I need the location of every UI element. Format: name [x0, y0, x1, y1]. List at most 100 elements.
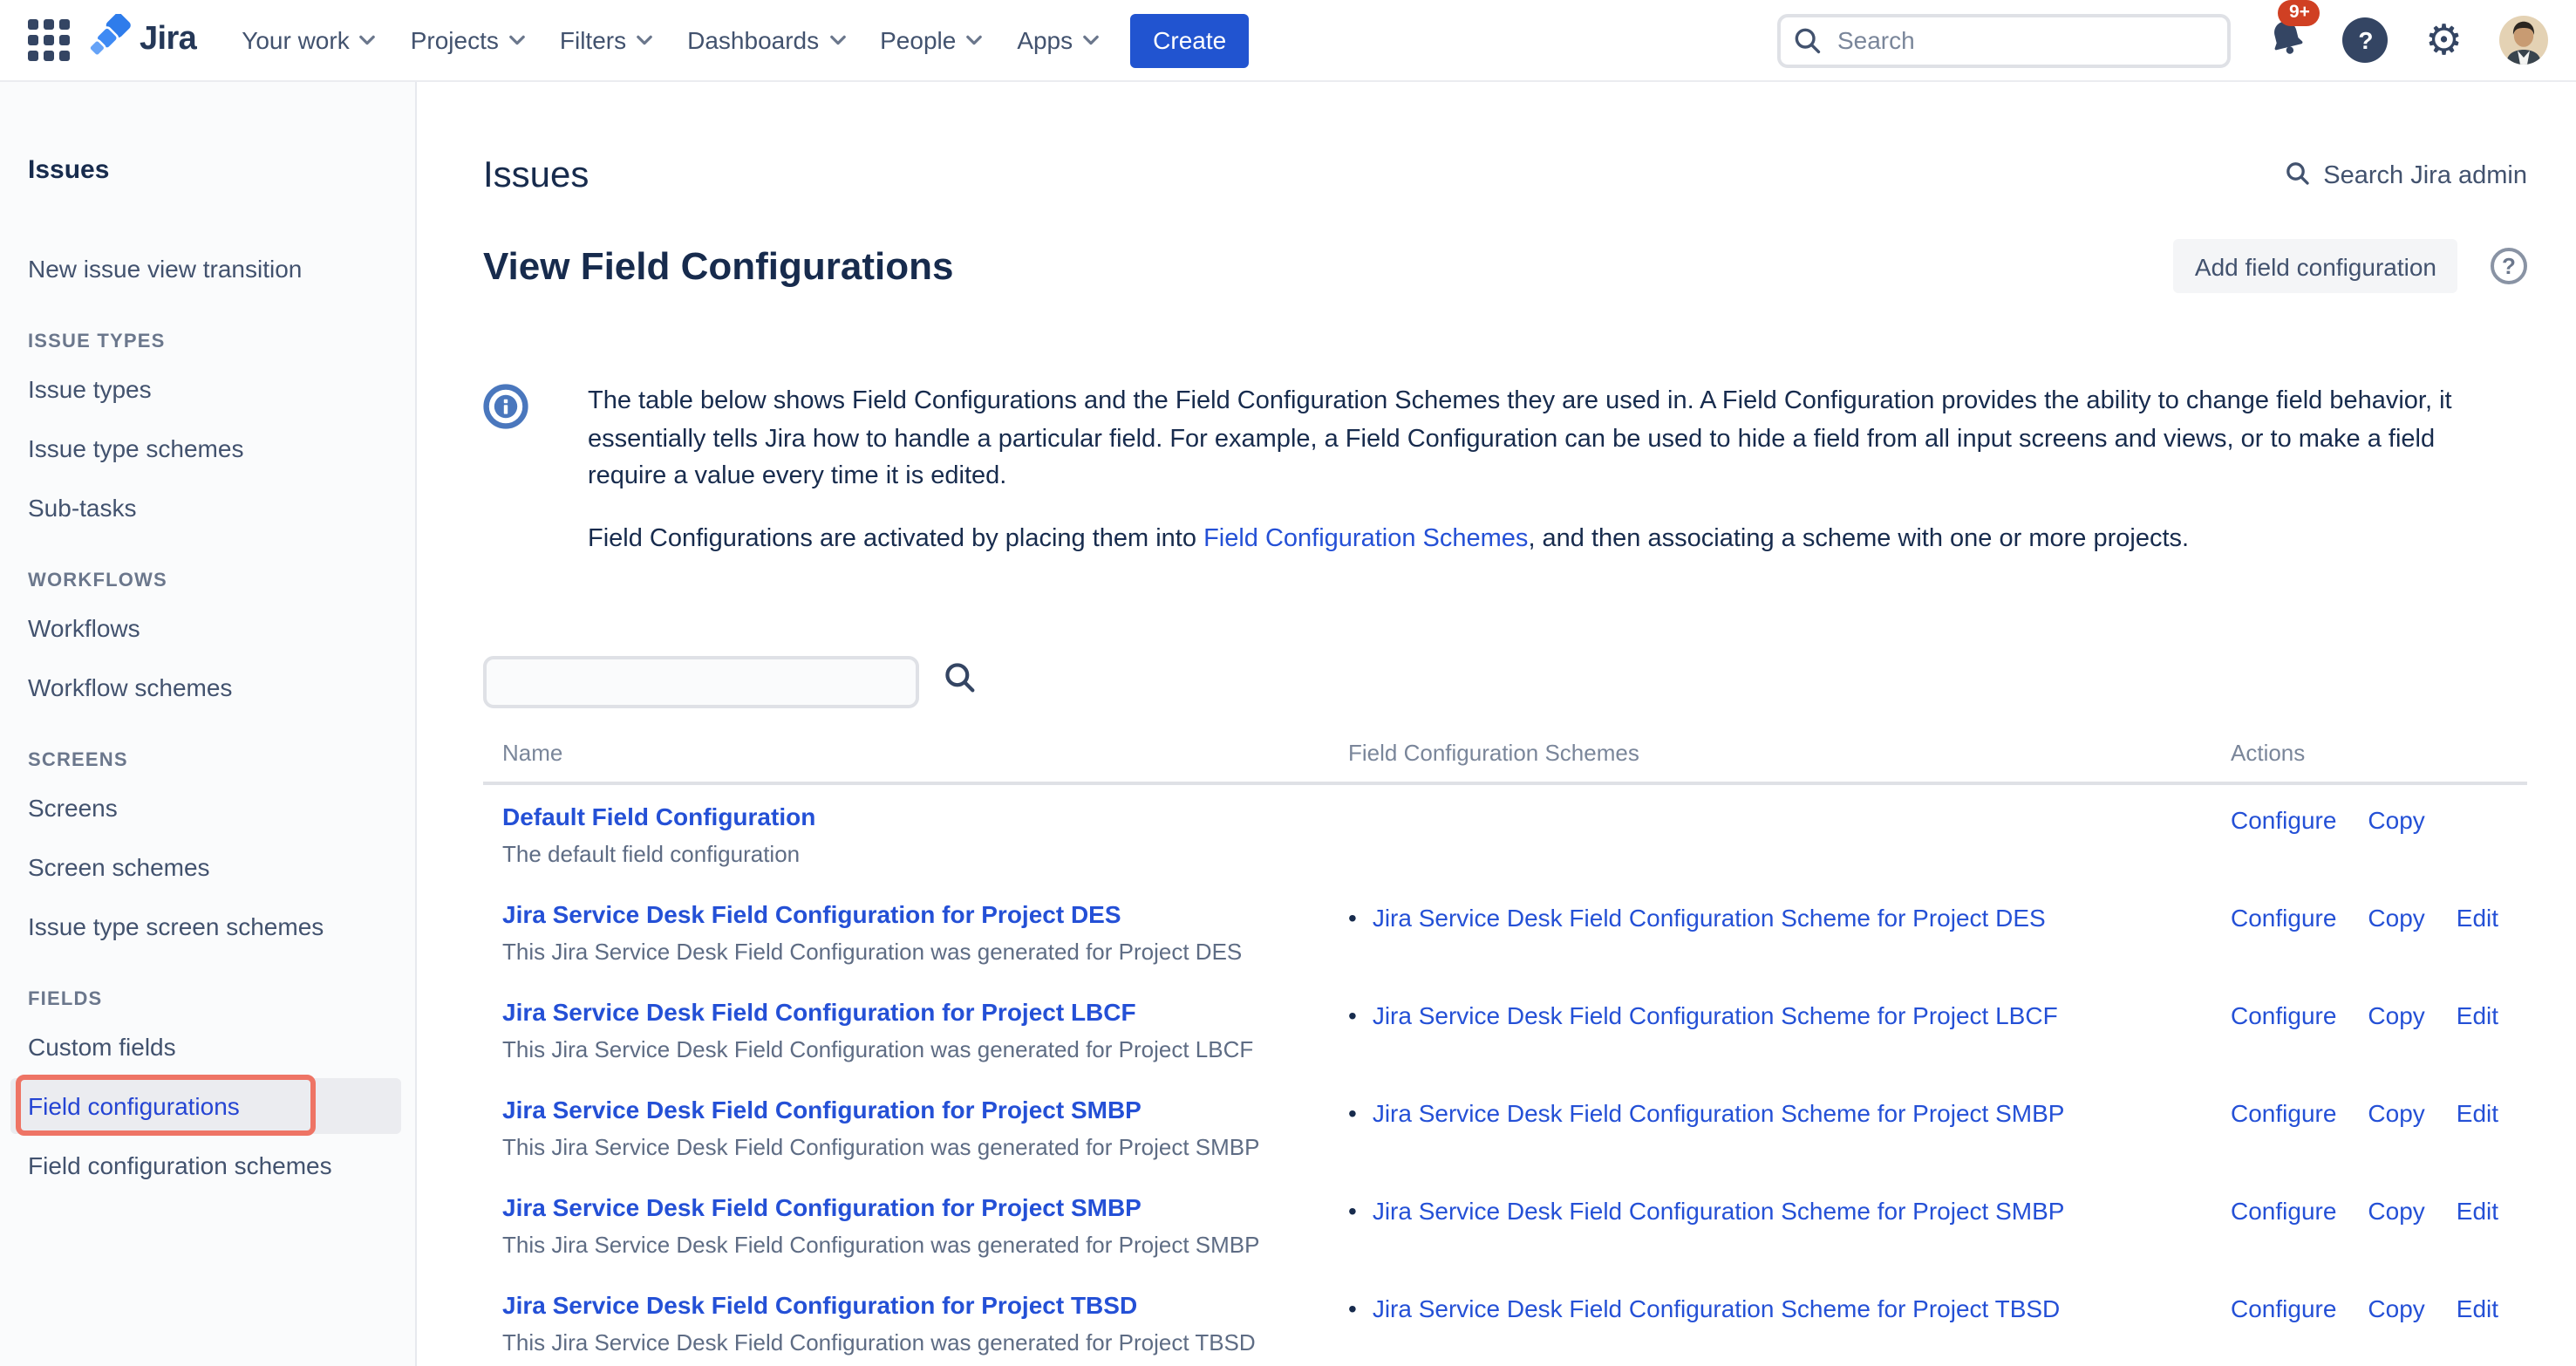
field-configuration-link[interactable]: Jira Service Desk Field Configuration fo…	[502, 1193, 1141, 1221]
chevron-down-icon	[509, 35, 525, 45]
sidebar-item-screens[interactable]: Screens	[10, 780, 401, 836]
configure-action-link[interactable]: Configure	[2231, 1197, 2336, 1225]
edit-action-link[interactable]: Edit	[2457, 1197, 2498, 1225]
edit-action-link[interactable]: Edit	[2457, 1001, 2498, 1029]
info-text: The table below shows Field Configuratio…	[588, 384, 2468, 558]
page-help-button[interactable]: ?	[2491, 248, 2527, 284]
sidebar-item-screen-schemes[interactable]: Screen schemes	[10, 839, 401, 895]
sidebar-item-workflow-schemes[interactable]: Workflow schemes	[10, 659, 401, 715]
column-header-actions: Actions	[2231, 740, 2527, 766]
info-paragraph-1: The table below shows Field Configuratio…	[588, 384, 2468, 496]
jira-admin-page: Jira Your work Projects Filters Dashboar…	[0, 0, 2576, 1366]
info-panel: The table below shows Field Configuratio…	[483, 384, 2527, 558]
sidebar-item-sub-tasks[interactable]: Sub-tasks	[10, 480, 401, 536]
global-search	[1778, 13, 2232, 67]
copy-action-link[interactable]: Copy	[2368, 904, 2424, 932]
nav-item-apps[interactable]: Apps	[999, 14, 1116, 66]
page-title: Issues	[483, 155, 589, 197]
schemes-cell	[1348, 803, 2231, 867]
schemes-cell: •Jira Service Desk Field Configuration S…	[1348, 998, 2231, 1062]
table-row: Jira Service Desk Field Configuration fo…	[483, 1078, 2527, 1176]
scheme-link[interactable]: Jira Service Desk Field Configuration Sc…	[1373, 904, 2046, 932]
add-field-configuration-button[interactable]: Add field configuration	[2174, 239, 2457, 293]
sidebar-title: Issues	[28, 155, 387, 185]
scheme-item: •Jira Service Desk Field Configuration S…	[1348, 1294, 2231, 1322]
scheme-item: •Jira Service Desk Field Configuration S…	[1348, 1099, 2231, 1127]
column-header-name: Name	[483, 740, 1348, 766]
bell-icon	[2268, 32, 2307, 62]
global-search-input[interactable]	[1778, 13, 2232, 67]
schemes-cell: •Jira Service Desk Field Configuration S…	[1348, 1096, 2231, 1160]
sidebar-item-new-issue-view-transition[interactable]: New issue view transition	[10, 241, 401, 297]
sidebar-item-field-configurations[interactable]: Field configurations	[10, 1078, 401, 1134]
configure-action-link[interactable]: Configure	[2231, 904, 2336, 932]
scheme-link[interactable]: Jira Service Desk Field Configuration Sc…	[1373, 1294, 2060, 1322]
copy-action-link[interactable]: Copy	[2368, 1001, 2424, 1029]
schemes-cell: •Jira Service Desk Field Configuration S…	[1348, 1291, 2231, 1356]
edit-action-link[interactable]: Edit	[2457, 904, 2498, 932]
edit-action-link[interactable]: Edit	[2457, 1099, 2498, 1127]
question-mark-icon: ?	[2502, 253, 2516, 279]
copy-action-link[interactable]: Copy	[2368, 806, 2424, 834]
field-configuration-description: This Jira Service Desk Field Configurati…	[502, 939, 1348, 965]
user-avatar[interactable]	[2499, 16, 2548, 65]
field-configuration-link[interactable]: Default Field Configuration	[502, 803, 815, 830]
copy-action-link[interactable]: Copy	[2368, 1294, 2424, 1322]
sidebar-sections: ISSUE TYPESIssue typesIssue type schemes…	[0, 331, 415, 1193]
notifications-button[interactable]: 9+	[2268, 17, 2307, 64]
sidebar-item-issue-type-schemes[interactable]: Issue type schemes	[10, 420, 401, 476]
help-button[interactable]: ?	[2343, 17, 2389, 63]
chevron-down-icon	[1083, 35, 1099, 45]
sidebar-item-custom-fields[interactable]: Custom fields	[10, 1019, 401, 1075]
configure-action-link[interactable]: Configure	[2231, 1294, 2336, 1322]
edit-action-link[interactable]: Edit	[2457, 1294, 2498, 1322]
table-filter-input[interactable]	[483, 656, 919, 708]
actions-cell: Configure Copy Edit	[2231, 1193, 2527, 1258]
scheme-item: •Jira Service Desk Field Configuration S…	[1348, 1197, 2231, 1225]
navbar-right: 9+ ? ⚙	[1778, 13, 2548, 67]
nav-item-filters[interactable]: Filters	[542, 14, 670, 66]
search-jira-admin-link[interactable]: Search Jira admin	[2285, 160, 2527, 193]
field-configuration-link[interactable]: Jira Service Desk Field Configuration fo…	[502, 1291, 1137, 1319]
field-configuration-description: The default field configuration	[502, 841, 1348, 867]
sidebar-item-issue-type-screen-schemes[interactable]: Issue type screen schemes	[10, 898, 401, 954]
search-icon	[1794, 25, 1823, 64]
annotation-highlight-box	[16, 1075, 316, 1136]
field-configuration-description: This Jira Service Desk Field Configurati…	[502, 1329, 1348, 1356]
notifications-badge: 9+	[2279, 0, 2320, 26]
nav-item-dashboards[interactable]: Dashboards	[670, 14, 862, 66]
settings-gear-icon[interactable]: ⚙	[2425, 19, 2463, 61]
field-configuration-link[interactable]: Jira Service Desk Field Configuration fo…	[502, 900, 1121, 928]
question-mark-icon: ?	[2358, 26, 2373, 54]
sidebar-item-workflows[interactable]: Workflows	[10, 600, 401, 656]
scheme-link[interactable]: Jira Service Desk Field Configuration Sc…	[1373, 1197, 2065, 1225]
primary-nav: Your work Projects Filters Dashboards Pe…	[224, 14, 1116, 66]
configure-action-link[interactable]: Configure	[2231, 806, 2336, 834]
nav-item-people[interactable]: People	[862, 14, 999, 66]
copy-action-link[interactable]: Copy	[2368, 1197, 2424, 1225]
info-paragraph-2: Field Configurations are activated by pl…	[588, 521, 2468, 558]
sidebar-item-issue-types[interactable]: Issue types	[10, 361, 401, 417]
sidebar-item-field-configuration-schemes[interactable]: Field configuration schemes	[10, 1137, 401, 1193]
scheme-link[interactable]: Jira Service Desk Field Configuration Sc…	[1373, 1001, 2058, 1029]
nav-item-projects[interactable]: Projects	[393, 14, 542, 66]
app-switcher-icon[interactable]	[28, 19, 70, 61]
create-button[interactable]: Create	[1130, 13, 1249, 67]
copy-action-link[interactable]: Copy	[2368, 1099, 2424, 1127]
nav-item-your-work[interactable]: Your work	[224, 14, 393, 66]
admin-sidebar: Issues New issue view transition ISSUE T…	[0, 82, 417, 1366]
field-configuration-link[interactable]: Jira Service Desk Field Configuration fo…	[502, 1096, 1141, 1124]
configure-action-link[interactable]: Configure	[2231, 1001, 2336, 1029]
field-configuration-schemes-link[interactable]: Field Configuration Schemes	[1203, 524, 1528, 552]
configure-action-link[interactable]: Configure	[2231, 1099, 2336, 1127]
name-cell: Jira Service Desk Field Configuration fo…	[483, 998, 1348, 1062]
table-row: Jira Service Desk Field Configuration fo…	[483, 1274, 2527, 1366]
schemes-cell: •Jira Service Desk Field Configuration S…	[1348, 900, 2231, 965]
field-configuration-link[interactable]: Jira Service Desk Field Configuration fo…	[502, 998, 1136, 1026]
filter-search-icon[interactable]	[944, 661, 977, 703]
scheme-link[interactable]: Jira Service Desk Field Configuration Sc…	[1373, 1099, 2065, 1127]
name-cell: Jira Service Desk Field Configuration fo…	[483, 1193, 1348, 1258]
search-icon	[2285, 160, 2311, 193]
jira-logo-icon	[87, 13, 133, 67]
jira-logo[interactable]: Jira	[87, 13, 196, 67]
